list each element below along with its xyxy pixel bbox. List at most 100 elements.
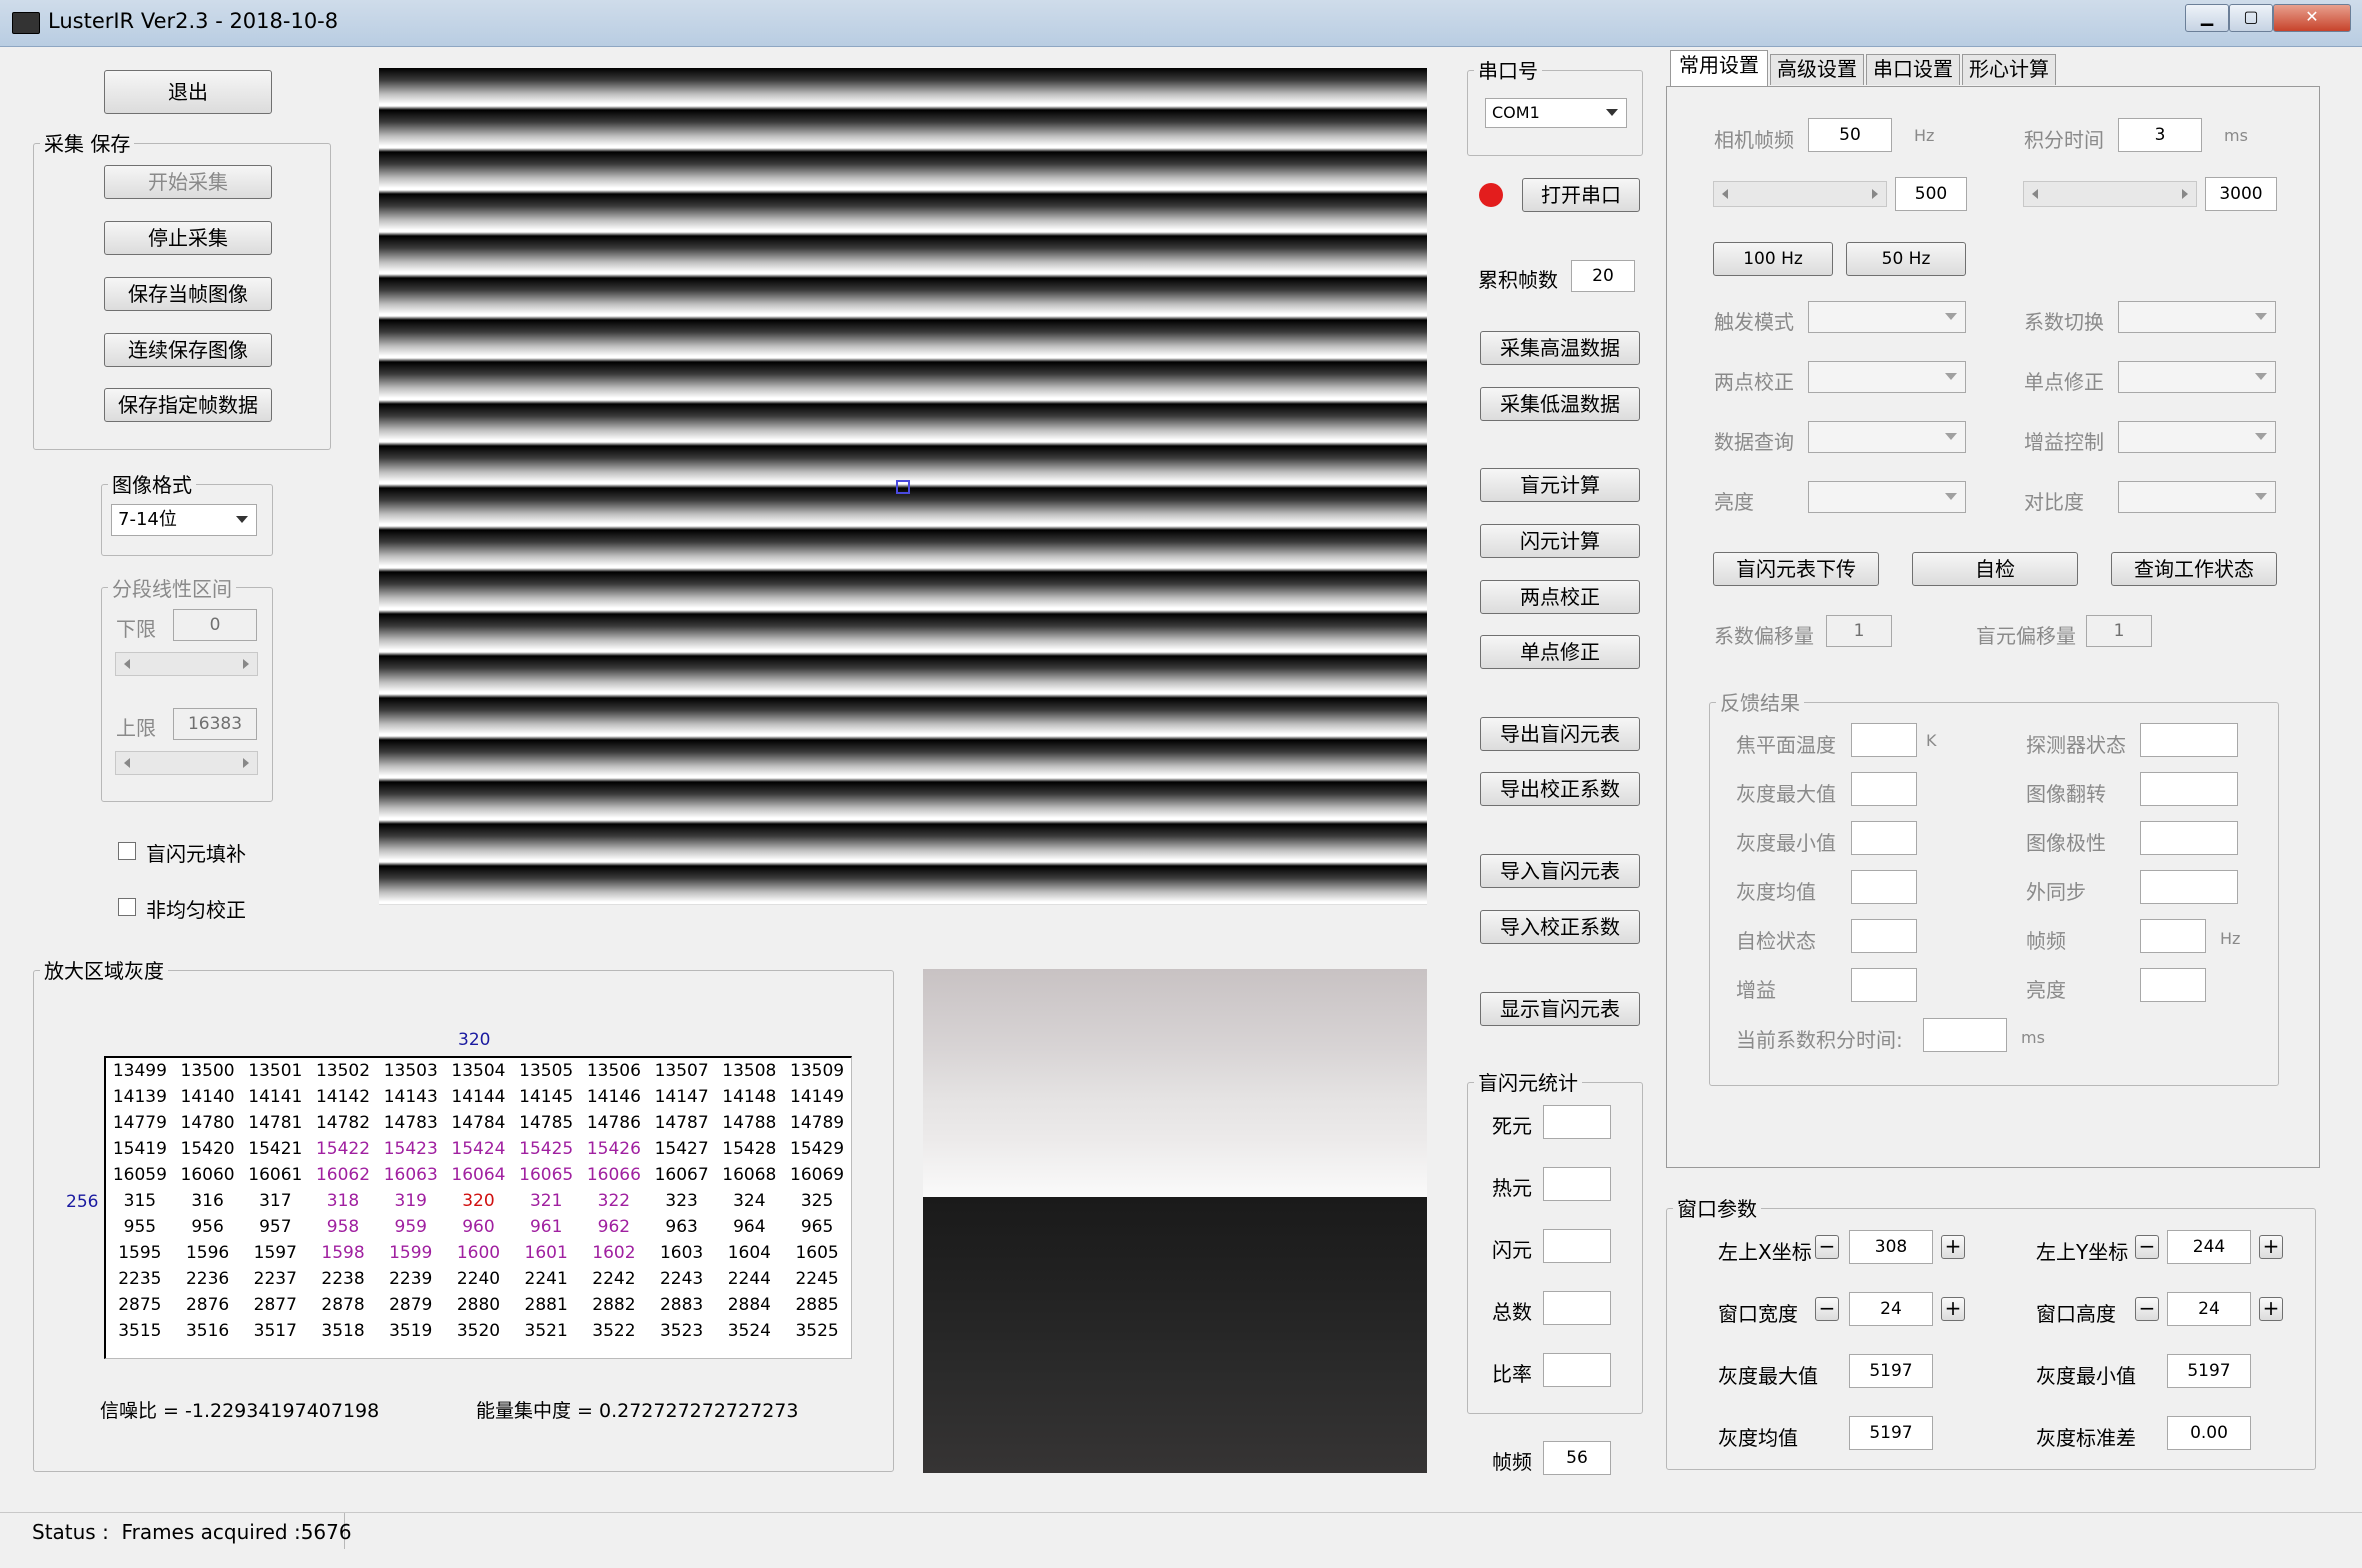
- tab-centroid-calc[interactable]: 形心计算: [1962, 54, 2056, 85]
- integration-time-field[interactable]: 3: [2118, 118, 2202, 152]
- export-coef-button[interactable]: 导出校正系数: [1480, 772, 1640, 806]
- open-port-button[interactable]: 打开串口: [1522, 178, 1640, 212]
- height-plus-button[interactable]: +: [2259, 1297, 2283, 1321]
- integration-time-slider-value[interactable]: 3000: [2205, 177, 2277, 211]
- continuous-save-button[interactable]: 连续保存图像: [104, 333, 272, 367]
- exit-button[interactable]: 退出: [104, 70, 272, 114]
- single-point-corr-select[interactable]: [2118, 361, 2276, 393]
- serial-port-select[interactable]: COM1: [1485, 98, 1627, 128]
- y-plus-button[interactable]: +: [2259, 1235, 2283, 1259]
- table-cell: 1599: [389, 1243, 433, 1263]
- hz100-button[interactable]: 100 Hz: [1713, 242, 1833, 276]
- flash-calc-button[interactable]: 闪元计算: [1480, 524, 1640, 558]
- import-coef-button[interactable]: 导入校正系数: [1480, 910, 1640, 944]
- total-field[interactable]: [1543, 1291, 1611, 1325]
- lower-limit-slider[interactable]: [115, 652, 258, 676]
- tab-advanced-settings[interactable]: 高级设置: [1770, 54, 1864, 85]
- upper-limit-slider[interactable]: [115, 751, 258, 775]
- hot-pixel-field[interactable]: [1543, 1167, 1611, 1201]
- blind-fill-checkbox[interactable]: [118, 842, 136, 860]
- save-specified-frame-button[interactable]: 保存指定帧数据: [104, 388, 272, 422]
- ratio-field[interactable]: [1543, 1353, 1611, 1387]
- self-check-status-field[interactable]: [1851, 919, 1917, 953]
- coef-switch-select[interactable]: [2118, 301, 2276, 333]
- frame-rate-slider[interactable]: [1713, 181, 1887, 207]
- self-check-button[interactable]: 自检: [1912, 552, 2078, 586]
- close-button[interactable]: ✕: [2273, 4, 2351, 32]
- capture-low-temp-button[interactable]: 采集低温数据: [1480, 387, 1640, 421]
- minimize-button[interactable]: ▁: [2185, 4, 2229, 32]
- upper-limit-field[interactable]: 16383: [173, 708, 257, 740]
- contrast-select[interactable]: [2118, 481, 2276, 513]
- start-capture-button[interactable]: 开始采集: [104, 165, 272, 199]
- window-height-field[interactable]: 24: [2167, 1292, 2251, 1326]
- window-width-field[interactable]: 24: [1849, 1292, 1933, 1326]
- top-left-x-field[interactable]: 308: [1849, 1230, 1933, 1264]
- ext-sync-field[interactable]: [2140, 870, 2238, 904]
- gray-mean-field[interactable]: [1851, 870, 1917, 904]
- export-blind-table-button[interactable]: 导出盲闪元表: [1480, 717, 1640, 751]
- blind-offset-field[interactable]: 1: [2086, 615, 2152, 647]
- current-integ-time-field[interactable]: [1923, 1018, 2007, 1052]
- height-minus-button[interactable]: −: [2135, 1297, 2159, 1321]
- hz50-button[interactable]: 50 Hz: [1846, 242, 1966, 276]
- x-minus-button[interactable]: −: [1815, 1235, 1839, 1259]
- frame-rate-slider-value[interactable]: 500: [1895, 177, 1967, 211]
- gain-field[interactable]: [1851, 968, 1917, 1002]
- image-format-select[interactable]: 7-14位: [111, 504, 257, 536]
- integration-time-slider[interactable]: [2023, 181, 2197, 207]
- table-cell: 1598: [321, 1243, 365, 1263]
- maximize-button[interactable]: ▢: [2229, 4, 2273, 32]
- show-blind-table-button[interactable]: 显示盲闪元表: [1480, 992, 1640, 1026]
- y-minus-button[interactable]: −: [2135, 1235, 2159, 1259]
- frame-freq-field[interactable]: [2140, 919, 2206, 953]
- lower-limit-field[interactable]: 0: [173, 609, 257, 641]
- table-cell: 16067: [654, 1165, 709, 1185]
- accum-frames-field[interactable]: 20: [1571, 260, 1635, 292]
- image-flip-field[interactable]: [2140, 772, 2238, 806]
- fpa-temp-field[interactable]: [1851, 723, 1917, 757]
- top-left-y-field[interactable]: 244: [2167, 1230, 2251, 1264]
- flash-pixel-field[interactable]: [1543, 1229, 1611, 1263]
- coef-offset-field[interactable]: 1: [1826, 615, 1892, 647]
- save-frame-button[interactable]: 保存当帧图像: [104, 277, 272, 311]
- blind-calc-button[interactable]: 盲元计算: [1480, 468, 1640, 502]
- single-point-correction-button[interactable]: 单点修正: [1480, 635, 1640, 669]
- table-cell: 3520: [456, 1321, 501, 1341]
- x-plus-button[interactable]: +: [1941, 1235, 1965, 1259]
- image-polarity-field[interactable]: [2140, 821, 2238, 855]
- two-point-correction-button[interactable]: 两点校正: [1480, 580, 1640, 614]
- tab-common-settings[interactable]: 常用设置: [1670, 50, 1768, 87]
- frame-freq-unit: Hz: [2220, 929, 2241, 948]
- width-minus-button[interactable]: −: [1815, 1297, 1839, 1321]
- brightness-select[interactable]: [1808, 481, 1966, 513]
- detector-status-field[interactable]: [2140, 723, 2238, 757]
- table-cell: 1597: [253, 1243, 297, 1263]
- window-gray-min-field[interactable]: 5197: [2167, 1354, 2251, 1388]
- window-gray-mean-field[interactable]: 5197: [1849, 1416, 1933, 1450]
- tab-serial-settings[interactable]: 串口设置: [1866, 54, 1960, 85]
- nonuniform-checkbox[interactable]: [118, 898, 136, 916]
- import-blind-table-button[interactable]: 导入盲闪元表: [1480, 854, 1640, 888]
- two-point-corr-select[interactable]: [1808, 361, 1966, 393]
- stop-capture-button[interactable]: 停止采集: [104, 221, 272, 255]
- data-query-select[interactable]: [1808, 421, 1966, 453]
- table-cell: 15420: [180, 1139, 235, 1159]
- window-gray-max-field[interactable]: 5197: [1849, 1354, 1933, 1388]
- fps-field[interactable]: 56: [1543, 1441, 1611, 1475]
- flash-pixel-label: 闪元: [1492, 1238, 1532, 1262]
- capture-high-temp-button[interactable]: 采集高温数据: [1480, 331, 1640, 365]
- frame-rate-field[interactable]: 50: [1808, 118, 1892, 152]
- gray-min-field[interactable]: [1851, 821, 1917, 855]
- gray-max-field[interactable]: [1851, 772, 1917, 806]
- window-gray-std-field[interactable]: 0.00: [2167, 1416, 2251, 1450]
- blind-table-upload-button[interactable]: 盲闪元表下传: [1713, 552, 1879, 586]
- dead-pixel-field[interactable]: [1543, 1105, 1611, 1139]
- table-cell: 2243: [659, 1269, 704, 1289]
- query-work-status-button[interactable]: 查询工作状态: [2111, 552, 2277, 586]
- gain-control-select[interactable]: [2118, 421, 2276, 453]
- width-plus-button[interactable]: +: [1941, 1297, 1965, 1321]
- trigger-mode-select[interactable]: [1808, 301, 1966, 333]
- table-cell: 15424: [451, 1139, 506, 1159]
- brightness-fb-field[interactable]: [2140, 968, 2206, 1002]
